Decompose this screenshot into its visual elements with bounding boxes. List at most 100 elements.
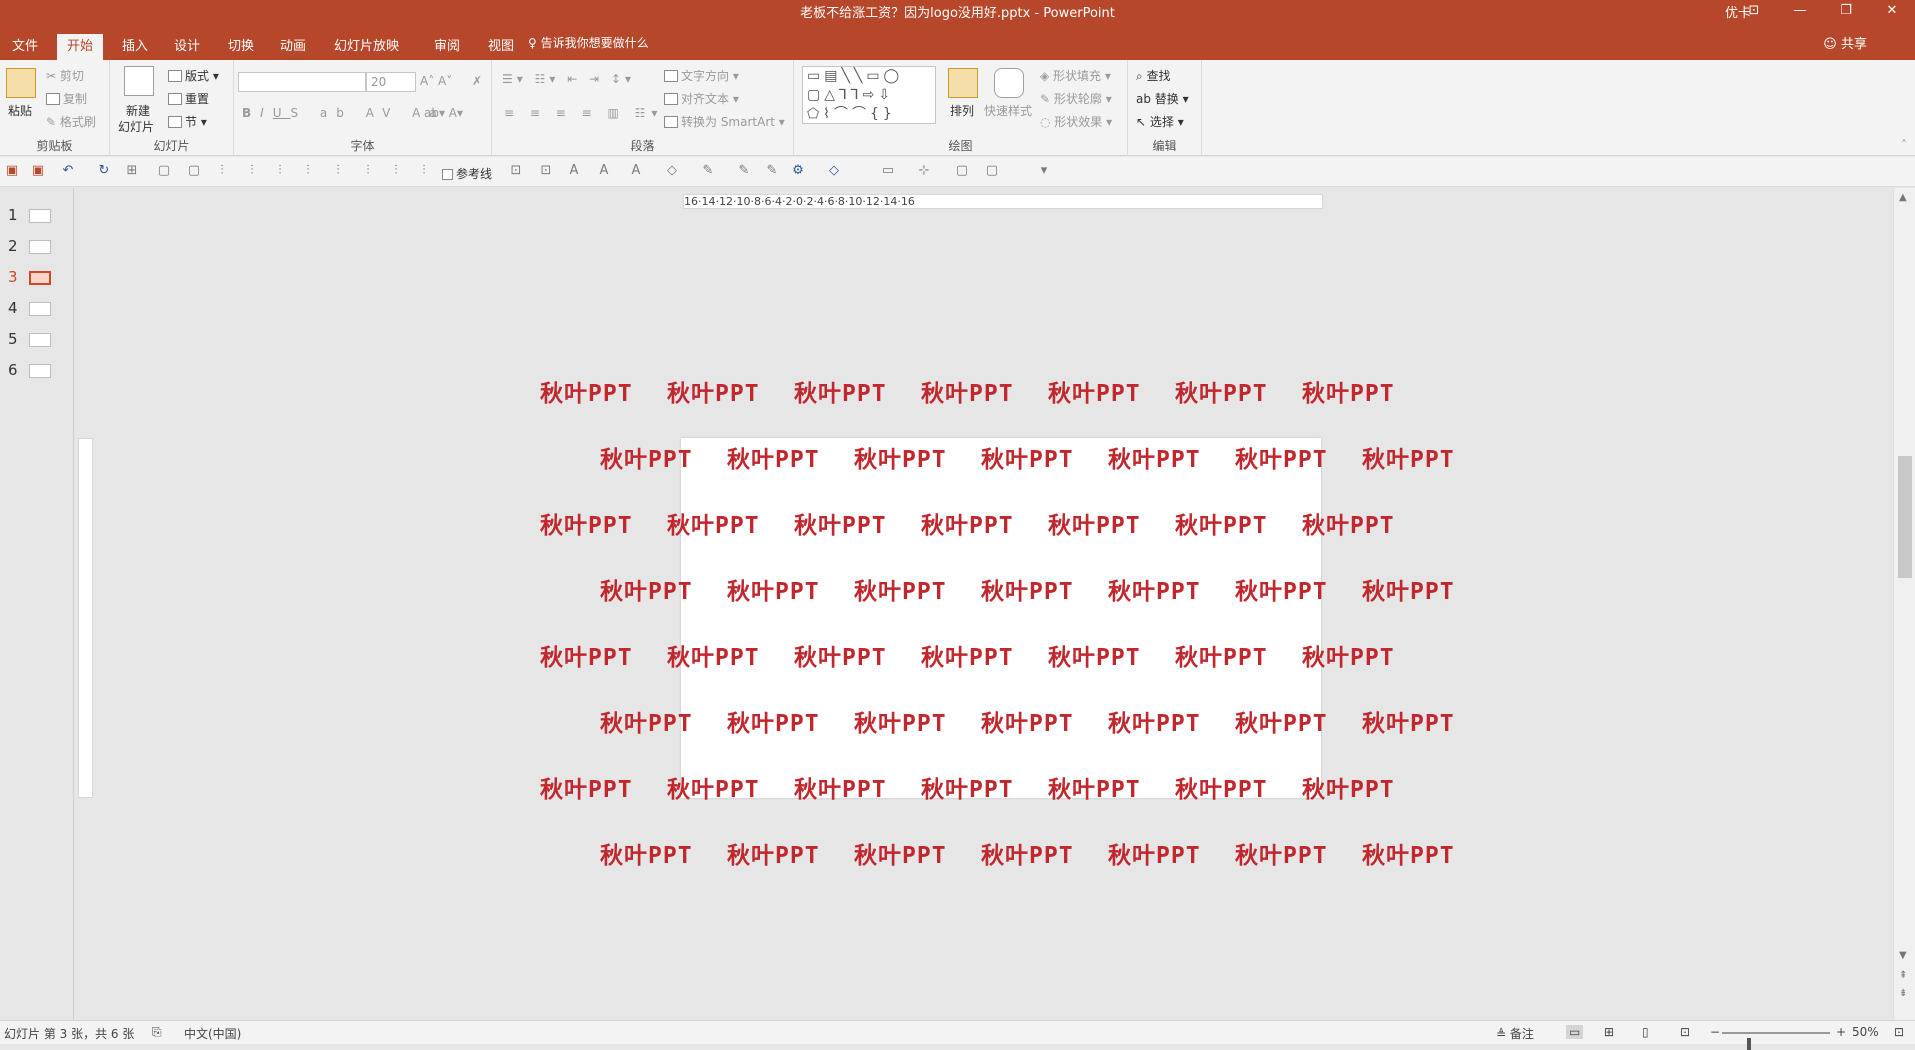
- select-button[interactable]: ↖ 选择 ▾: [1136, 113, 1184, 130]
- toolbar-icon-11[interactable]: ⫶: [416, 163, 432, 179]
- previous-slide-icon[interactable]: ⇞: [1899, 970, 1907, 981]
- watermark-text[interactable]: 秋叶PPT: [540, 374, 633, 408]
- toolbar-icon-16[interactable]: ✎: [736, 163, 752, 179]
- convert-smartart-button[interactable]: 转换为 SmartArt ▾: [664, 113, 785, 130]
- slide-thumbnail-4[interactable]: [29, 302, 51, 316]
- reset-button[interactable]: 重置: [168, 90, 209, 107]
- reading-view-icon[interactable]: ▯: [1642, 1025, 1649, 1039]
- toolbar-icon-1[interactable]: ⊞: [124, 163, 140, 179]
- watermark-text[interactable]: 秋叶PPT: [1175, 374, 1268, 408]
- new-slide-label-2[interactable]: 幻灯片: [118, 118, 154, 135]
- watermark-text[interactable]: 秋叶PPT: [1108, 572, 1201, 606]
- slide-canvas[interactable]: [681, 438, 1321, 798]
- watermark-text[interactable]: 秋叶PPT: [1362, 836, 1455, 870]
- watermark-text[interactable]: 秋叶PPT: [1302, 506, 1395, 540]
- notes-button[interactable]: ≜ 备注: [1496, 1025, 1534, 1042]
- watermark-text[interactable]: 秋叶PPT: [600, 440, 693, 474]
- clear-format-icon[interactable]: ✗: [472, 74, 482, 88]
- watermark-text[interactable]: 秋叶PPT: [1048, 638, 1141, 672]
- watermark-text[interactable]: 秋叶PPT: [727, 572, 820, 606]
- toolbar-icon-20[interactable]: ▭: [880, 163, 896, 179]
- font-shrink-small-icon[interactable]: A: [596, 163, 612, 179]
- align-text-button[interactable]: 对齐文本 ▾: [664, 90, 739, 107]
- watermark-text[interactable]: 秋叶PPT: [1235, 836, 1328, 870]
- tab-review[interactable]: 审阅: [424, 34, 470, 60]
- tab-insert[interactable]: 插入: [112, 34, 158, 60]
- watermark-text[interactable]: 秋叶PPT: [854, 704, 947, 738]
- toolbar-icon-21[interactable]: ⊹: [916, 163, 932, 179]
- shapes-gallery[interactable]: ▭▤╲╲▭◯ ▢△⅂⅂⇨⇩ ⬠⌇⌒⌒{}: [802, 66, 936, 124]
- slide-sorter-icon[interactable]: ⊞: [1604, 1025, 1614, 1039]
- guides-checkbox[interactable]: 参考线: [442, 165, 492, 182]
- shape-fill-button[interactable]: ◈ 形状填充 ▾: [1040, 67, 1111, 84]
- save-icon[interactable]: ▣: [4, 163, 20, 179]
- toolbar-icon-10[interactable]: ⫶: [388, 163, 404, 179]
- font-color-icon[interactable]: ab▾ A▾: [424, 106, 463, 120]
- alignment-buttons[interactable]: ≡ ≡ ≡ ≡ ▥ ☷▾: [504, 106, 663, 120]
- watermark-text[interactable]: 秋叶PPT: [727, 440, 820, 474]
- font-grow-icon[interactable]: A˄ A˅: [420, 74, 452, 88]
- next-slide-icon[interactable]: ⇟: [1899, 988, 1907, 999]
- toolbar-icon-8[interactable]: ⫶: [330, 163, 346, 179]
- toolbar-icon-7[interactable]: ⫶: [300, 163, 316, 179]
- zoom-slider[interactable]: [1722, 1032, 1830, 1050]
- fit-to-window-icon[interactable]: ⊡: [1894, 1025, 1904, 1039]
- watermark-text[interactable]: 秋叶PPT: [540, 770, 633, 804]
- watermark-text[interactable]: 秋叶PPT: [1302, 638, 1395, 672]
- tab-slideshow[interactable]: 幻灯片放映: [324, 34, 409, 60]
- tab-home[interactable]: 开始: [57, 34, 104, 60]
- toolbar-icon-13[interactable]: ⊡: [538, 163, 554, 179]
- copy-button[interactable]: 复制: [46, 90, 87, 107]
- shape-effects-button[interactable]: ◌ 形状效果 ▾: [1040, 113, 1112, 130]
- watermark-text[interactable]: 秋叶PPT: [1108, 440, 1201, 474]
- watermark-text[interactable]: 秋叶PPT: [1362, 572, 1455, 606]
- toolbar-icon-4[interactable]: ⫶: [214, 163, 230, 179]
- format-painter-button[interactable]: ✎ 格式刷: [46, 113, 96, 130]
- font-name-field[interactable]: [238, 72, 366, 92]
- toolbar-icon-17[interactable]: ✎: [764, 163, 780, 179]
- watermark-text[interactable]: 秋叶PPT: [727, 836, 820, 870]
- slide-thumbnail-5[interactable]: [29, 333, 51, 347]
- font-style-buttons[interactable]: BIUS ab AV Aa: [242, 106, 446, 120]
- tell-me-box[interactable]: ♀ 告诉我你想要做什么: [528, 34, 649, 51]
- font-grow-small-icon[interactable]: A: [566, 163, 582, 179]
- vertical-scrollbar[interactable]: ▲ ▼ ⇞ ⇟: [1893, 188, 1915, 1020]
- zoom-slider-knob[interactable]: [1747, 1038, 1751, 1050]
- customize-toolbar-icon[interactable]: ▾: [1036, 163, 1052, 179]
- arrange-button[interactable]: 排列: [950, 102, 974, 119]
- normal-view-icon[interactable]: ▭: [1566, 1025, 1584, 1039]
- slideshow-view-icon[interactable]: ⊡: [1680, 1025, 1690, 1039]
- slide-thumbnail-2[interactable]: [29, 240, 51, 254]
- scroll-up-icon[interactable]: ▲: [1899, 192, 1907, 203]
- redo-icon[interactable]: ↻: [96, 163, 112, 179]
- cut-button[interactable]: ✂ 剪切: [46, 67, 84, 84]
- replace-button[interactable]: ab 替换 ▾: [1136, 90, 1189, 107]
- layout-button[interactable]: 版式 ▾: [168, 67, 219, 84]
- font-color-small-icon[interactable]: A: [628, 163, 644, 179]
- save-as-icon[interactable]: ▣: [30, 163, 46, 179]
- watermark-text[interactable]: 秋叶PPT: [1108, 704, 1201, 738]
- watermark-text[interactable]: 秋叶PPT: [1175, 638, 1268, 672]
- watermark-text[interactable]: 秋叶PPT: [1235, 704, 1328, 738]
- tab-view[interactable]: 视图: [478, 34, 524, 60]
- watermark-text[interactable]: 秋叶PPT: [1048, 374, 1141, 408]
- paste-button[interactable]: 粘贴: [8, 102, 32, 119]
- watermark-text[interactable]: 秋叶PPT: [794, 506, 887, 540]
- watermark-text[interactable]: 秋叶PPT: [1302, 770, 1395, 804]
- tab-transitions[interactable]: 切换: [218, 34, 264, 60]
- toolbar-icon-3[interactable]: ▢: [186, 163, 202, 179]
- watermark-text[interactable]: 秋叶PPT: [1235, 572, 1328, 606]
- watermark-text[interactable]: 秋叶PPT: [981, 440, 1074, 474]
- watermark-text[interactable]: 秋叶PPT: [667, 374, 760, 408]
- quick-styles-button[interactable]: 快速样式: [984, 102, 1032, 119]
- watermark-text[interactable]: 秋叶PPT: [1175, 506, 1268, 540]
- tab-file[interactable]: 文件: [2, 34, 48, 60]
- watermark-text[interactable]: 秋叶PPT: [921, 638, 1014, 672]
- watermark-text[interactable]: 秋叶PPT: [921, 770, 1014, 804]
- tab-animations[interactable]: 动画: [270, 34, 316, 60]
- find-button[interactable]: ⌕ 查找: [1136, 67, 1171, 84]
- slide-thumbnail-1[interactable]: [29, 209, 51, 223]
- watermark-text[interactable]: 秋叶PPT: [667, 506, 760, 540]
- watermark-text[interactable]: 秋叶PPT: [981, 704, 1074, 738]
- zoom-level[interactable]: 50%: [1852, 1025, 1879, 1039]
